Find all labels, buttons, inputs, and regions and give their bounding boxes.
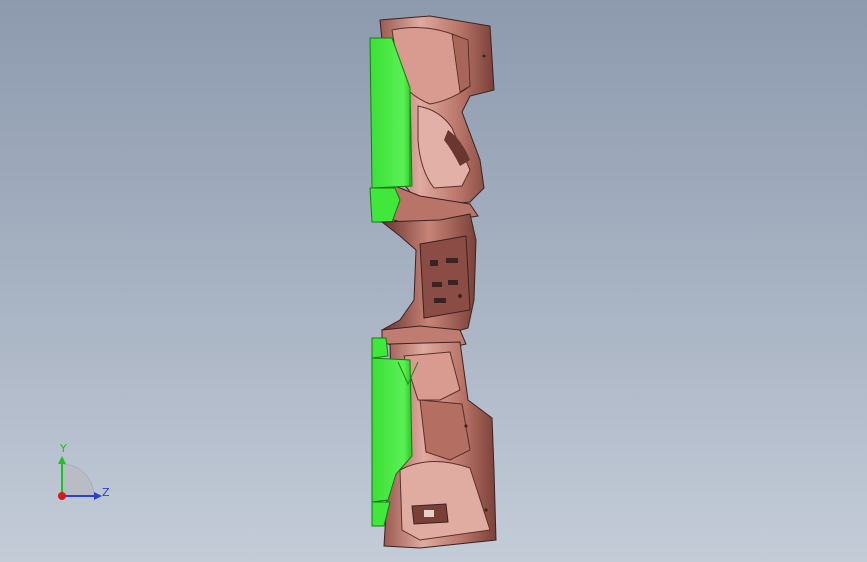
triad-z-label: Z [102, 486, 110, 499]
graphics-viewport[interactable]: Y Z [0, 0, 867, 562]
triad-y-label: Y [60, 442, 67, 455]
y-axis-arrow [58, 456, 66, 464]
x-axis-dot [58, 492, 66, 500]
triad-quarter-disc [61, 463, 95, 497]
cad-model[interactable] [0, 0, 867, 562]
z-axis-arrow [94, 492, 102, 500]
coordinate-triad [58, 456, 102, 500]
middle-connector[interactable] [380, 213, 477, 351]
